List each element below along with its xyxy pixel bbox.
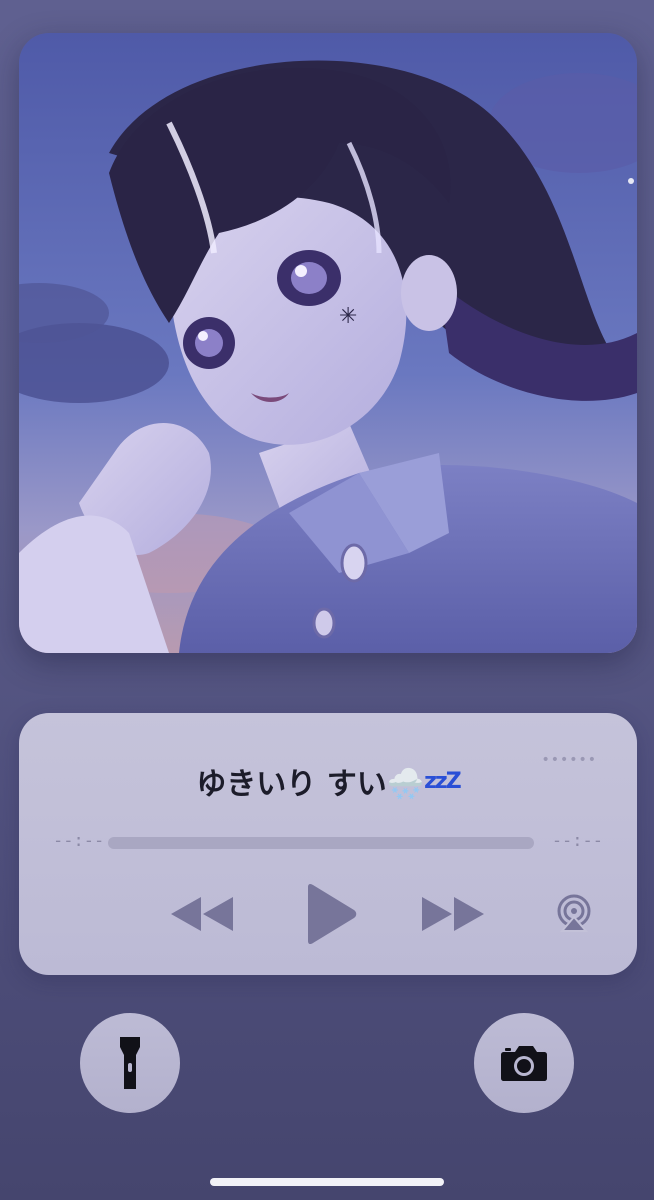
- remaining-time: --:--: [551, 831, 603, 851]
- play-icon[interactable]: [302, 883, 358, 945]
- album-artwork-image: ✳: [19, 33, 637, 653]
- now-playing-widget: •••••• ゆきいり すい🌨️zzZ --:-- --:--: [19, 713, 637, 975]
- flashlight-icon: [120, 1037, 140, 1089]
- album-artwork: ✳: [19, 33, 637, 653]
- camera-button[interactable]: [474, 1013, 574, 1113]
- airplay-icon[interactable]: [554, 893, 594, 933]
- camera-icon: [501, 1046, 547, 1081]
- rewind-icon[interactable]: [169, 895, 235, 933]
- sleep-zzz-text: zzZ: [424, 769, 462, 794]
- fast-forward-icon[interactable]: [420, 895, 486, 933]
- flashlight-button[interactable]: [80, 1013, 180, 1113]
- home-indicator[interactable]: [210, 1178, 444, 1186]
- track-title-text: ゆきいり すい🌨️: [196, 767, 425, 802]
- progress-scrubber[interactable]: [108, 837, 534, 849]
- track-title: ゆきいり すい🌨️zzZ: [19, 759, 637, 803]
- svg-text:✳: ✳: [339, 304, 357, 329]
- elapsed-time: --:--: [53, 831, 105, 851]
